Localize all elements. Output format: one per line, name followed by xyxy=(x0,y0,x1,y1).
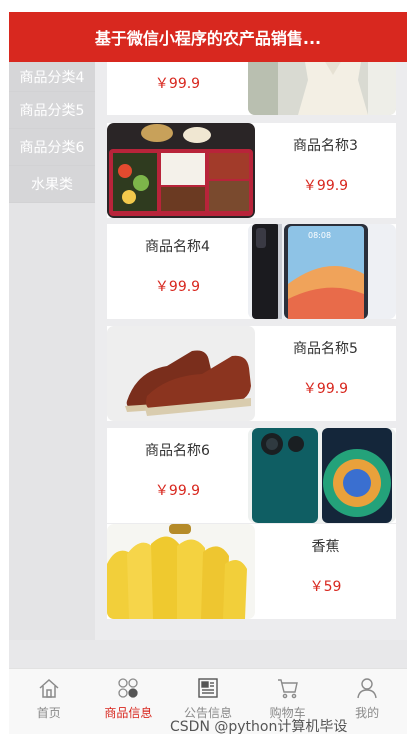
product-info: 商品名称3 ￥99.9 xyxy=(255,123,396,218)
product-card[interactable]: 商品名称6 ￥99.9 xyxy=(107,428,396,523)
banana-image xyxy=(107,524,255,619)
category-icon xyxy=(115,675,141,701)
product-name: 商品名称4 xyxy=(145,239,210,255)
smartphone-green-image xyxy=(248,428,396,523)
tab-home[interactable]: 首页 xyxy=(9,669,89,734)
product-card[interactable]: 商品名称4 ￥99.9 08:08 xyxy=(107,224,396,319)
svg-text:08:08: 08:08 xyxy=(308,231,331,240)
clothing-image xyxy=(248,62,396,115)
product-card[interactable]: 商品名称3 ￥99.9 xyxy=(107,123,396,218)
page-title: 基于微信小程序的农产品销售... xyxy=(94,29,322,48)
product-info: 商品名称6 ￥99.9 xyxy=(107,428,248,523)
sidebar-item-label: 商品分类6 xyxy=(19,140,85,156)
sidebar-item-label: 水果类 xyxy=(31,177,73,193)
smartphone-image: 08:08 xyxy=(248,224,396,319)
home-icon xyxy=(36,675,62,701)
product-name: 商品名称5 xyxy=(293,341,358,357)
product-price: ￥99.9 xyxy=(154,279,201,295)
product-name: 商品名称3 xyxy=(293,138,358,154)
sidebar-item-label: 商品分类4 xyxy=(19,69,85,86)
product-price: ￥99.9 xyxy=(154,483,201,499)
sidebar-item-category4[interactable]: 商品分类4 xyxy=(9,62,95,92)
sidebar-item-label: 商品分类5 xyxy=(19,103,85,119)
product-price: ￥99.9 xyxy=(302,381,349,397)
user-icon xyxy=(354,675,380,701)
sidebar-item-fruit[interactable]: 水果类 xyxy=(9,166,95,203)
leather-shoes-image xyxy=(107,326,255,421)
tab-label: 我的 xyxy=(355,706,380,720)
page-header: 基于微信小程序的农产品销售... xyxy=(9,12,407,62)
app-frame: 基于微信小程序的农产品销售... 商品分类4 商品分类5 商品分类6 水果类 ￥… xyxy=(9,12,407,734)
product-info: 商品名称5 ￥99.9 xyxy=(255,326,396,421)
tab-products[interactable]: 商品信息 xyxy=(89,669,169,734)
product-card[interactable]: ￥99.9 xyxy=(107,62,396,115)
watermark: CSDN @python计算机毕设 xyxy=(170,719,348,735)
product-price: ￥99.9 xyxy=(154,76,201,92)
sidebar-item-category5[interactable]: 商品分类5 xyxy=(9,92,95,129)
list-bottom-spacer xyxy=(9,640,407,668)
product-card[interactable]: 香蕉 ￥59 xyxy=(107,524,396,619)
tab-label: 首页 xyxy=(36,706,61,720)
product-name: 香蕉 xyxy=(311,539,340,555)
product-price: ￥99.9 xyxy=(302,178,349,194)
news-icon xyxy=(195,675,221,701)
category-sidebar: 商品分类4 商品分类5 商品分类6 水果类 xyxy=(9,62,95,640)
product-list: ￥99.9 商品名称3 ￥99.9 商品名称4 ￥99.9 08:08 商品名称… xyxy=(95,62,407,640)
product-card[interactable]: 商品名称5 ￥99.9 xyxy=(107,326,396,421)
product-info: 商品名称4 ￥99.9 xyxy=(107,224,248,319)
product-price: ￥59 xyxy=(309,579,342,595)
cart-icon xyxy=(275,675,301,701)
product-name: 商品名称6 xyxy=(145,443,210,459)
tab-label: 商品信息 xyxy=(104,706,153,720)
product-info: 香蕉 ￥59 xyxy=(255,524,396,619)
sidebar-item-category6[interactable]: 商品分类6 xyxy=(9,129,95,166)
bento-food-image xyxy=(107,123,255,218)
